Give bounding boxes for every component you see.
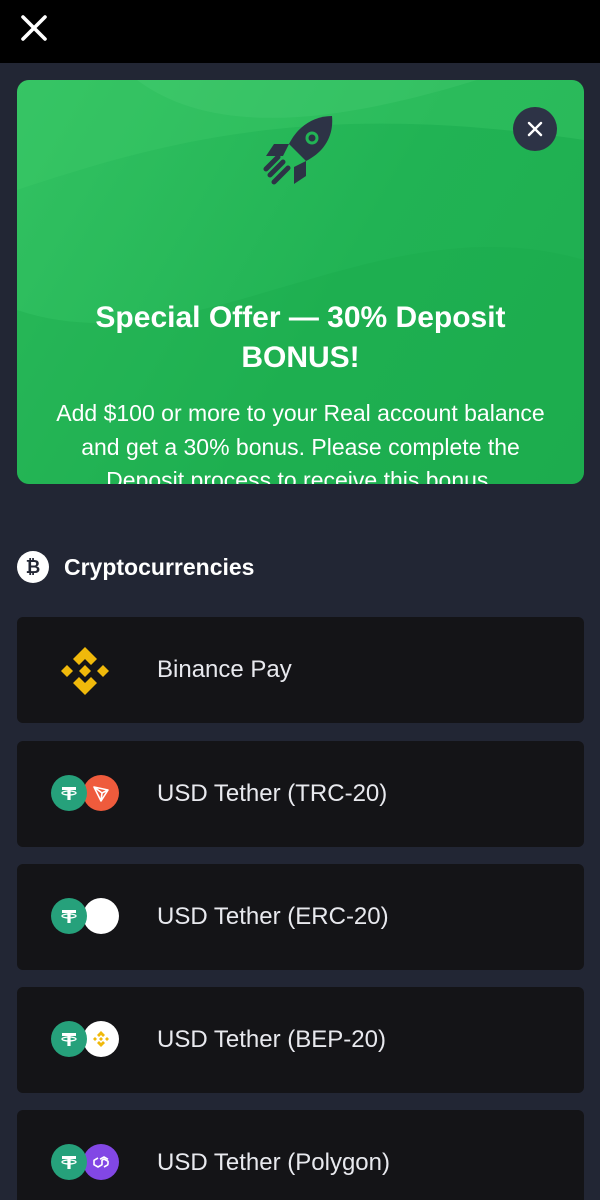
tether-icon <box>51 1144 87 1180</box>
top-bar <box>0 0 600 63</box>
tether-ethereum-icon <box>49 897 129 937</box>
section-title: Cryptocurrencies <box>64 553 255 580</box>
tether-icon <box>51 775 87 811</box>
method-label: Binance Pay <box>157 656 292 683</box>
tether-polygon-icon <box>49 1143 129 1183</box>
offer-title: Special Offer — 30% Deposit BONUS! <box>95 301 506 374</box>
special-offer-banner: Special Offer — 30% Deposit BONUS! Add $… <box>17 80 584 484</box>
method-label: USD Tether (TRC-20) <box>157 780 388 807</box>
method-label: USD Tether (Polygon) <box>157 1149 390 1176</box>
polygon-icon <box>83 1144 119 1180</box>
payment-method-usdt-erc20[interactable]: USD Tether (ERC-20) <box>17 864 584 970</box>
rocket-icon <box>263 116 333 185</box>
bnb-icon <box>83 1021 119 1057</box>
bitcoin-icon: ₿ <box>17 551 49 583</box>
cryptocurrencies-section-header: ₿ Cryptocurrencies <box>17 551 254 583</box>
method-label: USD Tether (BEP-20) <box>157 1026 386 1053</box>
close-icon <box>527 121 543 137</box>
payment-method-usdt-trc20[interactable]: USD Tether (TRC-20) <box>17 741 584 847</box>
payment-method-usdt-bep20[interactable]: USD Tether (BEP-20) <box>17 987 584 1093</box>
tron-icon <box>83 775 119 811</box>
payment-method-binance-pay[interactable]: Binance Pay <box>17 617 584 723</box>
tether-icon <box>51 1021 87 1057</box>
method-label: USD Tether (ERC-20) <box>157 903 389 930</box>
tether-icon <box>51 898 87 934</box>
close-icon[interactable] <box>18 12 50 44</box>
tether-tron-icon <box>49 774 129 814</box>
ethereum-icon <box>83 898 119 934</box>
payment-method-usdt-polygon[interactable]: USD Tether (Polygon) <box>17 1110 584 1200</box>
tether-bnb-icon <box>49 1020 129 1060</box>
offer-description: Add $100 or more to your Real account ba… <box>56 400 545 484</box>
banner-close-button[interactable] <box>513 107 557 151</box>
binance-icon <box>61 647 109 695</box>
